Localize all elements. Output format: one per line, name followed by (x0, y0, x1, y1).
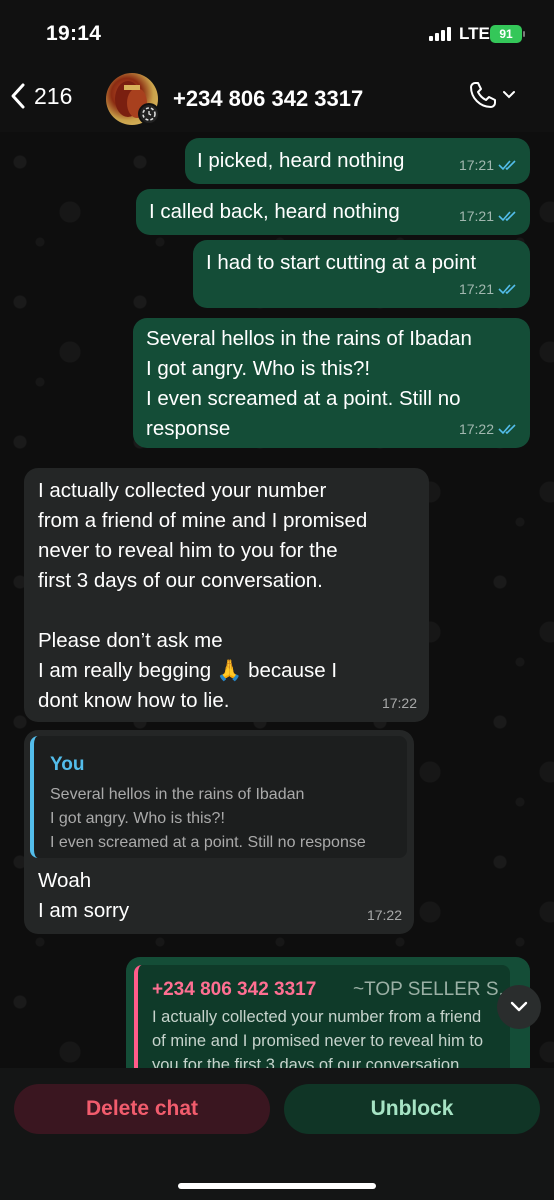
back-button[interactable]: 216 (10, 82, 72, 110)
message-time: 17:22 (381, 695, 417, 711)
message-bubble[interactable]: You Several hellos in the rains of Ibada… (24, 730, 414, 934)
scroll-down-button[interactable] (497, 985, 541, 1029)
battery-icon: 91 (490, 25, 525, 43)
message-meta: 17:21 (459, 274, 518, 304)
quoted-message[interactable]: You Several hellos in the rains of Ibada… (30, 736, 407, 858)
home-indicator (178, 1183, 376, 1189)
network-type: LTE (459, 24, 490, 43)
status-bar: 19:14 LTE 91 (0, 0, 554, 62)
quoted-text: I actually collected your number from a … (152, 1008, 484, 1068)
message-bubble[interactable]: I actually collected your number from a … (24, 468, 429, 722)
message-meta: 17:21 (459, 150, 518, 180)
quoted-pushname: ~TOP SELLER S. (353, 979, 504, 1000)
quoted-sender: You (50, 754, 85, 775)
message-bubble[interactable]: I called back, heard nothing 17:21 (136, 189, 530, 235)
unblock-button[interactable]: Unblock (284, 1084, 540, 1134)
read-ticks-icon (498, 424, 516, 435)
message-text: Woah I am sorry (38, 869, 130, 922)
read-ticks-icon (498, 211, 516, 222)
status-ring-icon (138, 103, 160, 125)
message-meta: 17:22 (459, 414, 518, 444)
message-time: 17:21 (458, 208, 494, 224)
message-text: I had to start cutting at a point (206, 251, 477, 274)
message-meta: 17:22 (367, 900, 402, 930)
message-bubble[interactable]: I picked, heard nothing 17:21 (185, 138, 530, 184)
read-ticks-icon (498, 160, 516, 171)
chevron-down-icon (503, 91, 515, 99)
message-bubble[interactable]: Several hellos in the rains of Ibadan I … (133, 318, 530, 448)
message-text: Several hellos in the rains of Ibadan I … (146, 327, 472, 440)
message-time: 17:21 (458, 281, 494, 297)
message-bubble[interactable]: +234 806 342 3317 ~TOP SELLER S. I actua… (126, 957, 530, 1068)
phone-icon (470, 82, 496, 108)
quoted-text: Several hellos in the rains of Ibadan I … (50, 786, 366, 851)
unread-count: 216 (34, 82, 73, 109)
message-time: 17:21 (458, 157, 494, 173)
back-chevron-icon (11, 83, 25, 109)
status-time: 19:14 (46, 22, 102, 45)
chat-header: 216 +234 806 342 3317 (0, 62, 554, 132)
message-time: 17:22 (366, 907, 402, 923)
message-bubble[interactable]: I had to start cutting at a point 17:21 (193, 240, 530, 308)
chat-area[interactable]: I picked, heard nothing 17:21 I called b… (0, 132, 554, 1068)
call-button[interactable] (468, 80, 516, 110)
contact-name[interactable]: +234 806 342 3317 (173, 86, 363, 112)
message-text: I picked, heard nothing (197, 149, 405, 172)
quoted-sender: +234 806 342 3317 (152, 979, 317, 1000)
read-ticks-icon (498, 284, 516, 295)
chevron-down-icon (510, 1001, 528, 1012)
message-meta: 17:21 (459, 201, 518, 231)
message-time: 17:22 (458, 421, 494, 437)
message-text: I called back, heard nothing (149, 200, 400, 223)
message-text: I actually collected your number from a … (38, 479, 368, 712)
blocked-actions-bar: Delete chat Unblock (0, 1068, 554, 1200)
quoted-message[interactable]: +234 806 342 3317 ~TOP SELLER S. I actua… (134, 965, 510, 1068)
delete-chat-button[interactable]: Delete chat (14, 1084, 270, 1134)
message-meta: 17:22 (382, 688, 417, 718)
signal-icon (429, 27, 451, 41)
